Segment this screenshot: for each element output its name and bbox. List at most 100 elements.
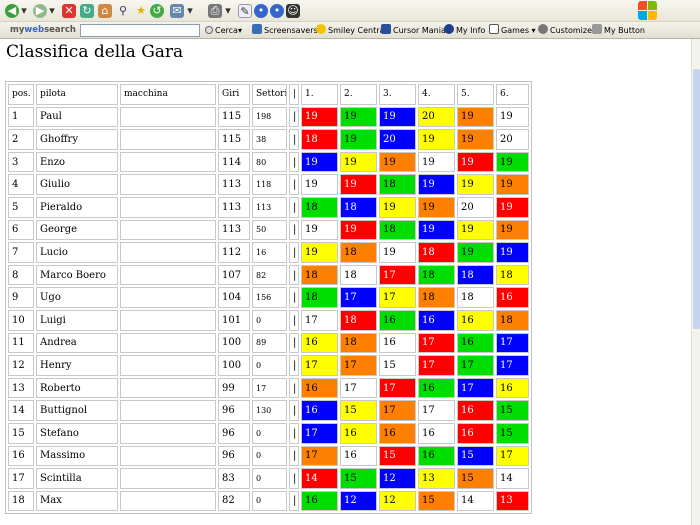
lane-6-cell: 19 [496,106,529,128]
car-cell [120,129,216,150]
search-dropdown-icon[interactable]: ▾ [238,24,246,37]
messenger-icon[interactable]: ☺ [286,4,300,18]
edit-icon[interactable]: ✎ [238,4,252,18]
header-pos: pos. [8,84,34,105]
print-icon[interactable]: ⎙ [208,4,222,18]
table-row: 6 George 113 50 | 19 19 18 19 19 19 [8,219,529,241]
lane-4-cell: 19 [418,151,455,173]
lane-5-cell: 16 [457,422,494,444]
lane-6-cell: 15 [496,400,529,421]
history-icon[interactable]: ↺ [150,4,164,18]
lane-1-cell: 19 [301,174,338,195]
forward-dropdown-icon[interactable]: ▾ [48,4,56,18]
toolbar-item-my-button[interactable]: My Button [592,24,645,37]
discuss-icon[interactable]: • [254,4,268,18]
lane-4-cell: 16 [418,422,455,444]
toolbar-item-cursor-mania[interactable]: Cursor Mania [381,24,446,37]
sectors-cell: 0 [252,422,287,444]
toolbar-brand[interactable]: mywebsearch [10,24,76,37]
sectors-cell: 17 [252,377,287,399]
table-row: 7 Lucio 112 16 | 19 18 19 18 19 19 [8,242,529,263]
table-row: 2 Ghoffry 115 38 | 18 19 20 19 19 20 [8,129,529,150]
lane-6-cell: 18 [496,264,529,286]
sectors-cell: 82 [252,264,287,286]
lane-3-cell: 19 [379,151,416,173]
table-row: 3 Enzo 114 80 | 19 19 19 19 19 19 [8,151,529,173]
lane-4-cell: 19 [418,196,455,218]
back-dropdown-icon[interactable]: ▾ [20,4,28,18]
lane-1-cell: 19 [301,242,338,263]
table-row: 11 Andrea 100 89 | 16 18 16 17 16 17 [8,332,529,354]
lane-6-cell: 19 [496,242,529,263]
home-icon[interactable]: ⌂ [98,4,112,18]
scrollbar-thumb[interactable] [693,69,700,329]
toolbar-item-screensavers[interactable]: Screensavers [252,24,318,37]
separator-cell: | [289,219,299,241]
position-cell: 13 [8,377,34,399]
laps-cell: 112 [218,242,250,263]
lane-1-cell: 16 [301,490,338,512]
print-dropdown-icon[interactable]: ▾ [224,4,232,18]
cursor-icon [381,24,391,34]
lane-2-cell: 15 [340,468,377,489]
lane-4-cell: 18 [418,264,455,286]
lane-6-cell: 16 [496,377,529,399]
lane-3-cell: 18 [379,174,416,195]
toolbar-item-smiley-central[interactable]: Smiley Central [316,24,387,37]
lane-6-cell: 15 [496,422,529,444]
table-row: 14 Buttignol 96 130 | 16 15 17 17 16 15 [8,400,529,421]
header-lane-2: 2. [340,84,377,105]
lane-5-cell: 19 [457,174,494,195]
header-separator: | [289,84,299,105]
stop-icon[interactable]: ✕ [62,4,76,18]
header-pilot: pilota [36,84,118,105]
lane-6-cell: 17 [496,332,529,354]
lane-5-cell: 18 [457,287,494,308]
mail-icon[interactable]: ✉ [170,4,184,18]
sectors-cell: 16 [252,242,287,263]
lane-2-cell: 12 [340,490,377,512]
separator-cell: | [289,377,299,399]
research-icon[interactable]: • [270,4,284,18]
lane-3-cell: 17 [379,264,416,286]
toolbar-item-customize[interactable]: Customize [538,24,592,37]
pilot-cell: Enzo [36,151,118,173]
search-button[interactable]: Cerca [205,24,238,37]
car-cell [120,219,216,241]
mail-dropdown-icon[interactable]: ▾ [186,4,194,18]
lane-1-cell: 14 [301,468,338,489]
lane-3-cell: 16 [379,422,416,444]
favorites-icon[interactable]: ★ [134,4,148,18]
search-icon[interactable]: ⚲ [116,4,130,18]
lane-2-cell: 17 [340,355,377,376]
refresh-icon[interactable]: ↻ [80,4,94,18]
lane-3-cell: 16 [379,332,416,354]
pilot-cell: Max [36,490,118,512]
pilot-cell: Buttignol [36,400,118,421]
car-cell [120,196,216,218]
lane-1-cell: 16 [301,400,338,421]
lane-2-cell: 19 [340,106,377,128]
toolbar-search-input[interactable] [80,24,200,37]
car-cell [120,445,216,467]
table-row: 8 Marco Boero 107 82 | 18 18 17 18 18 18 [8,264,529,286]
games-icon [489,24,499,34]
sectors-cell: 38 [252,129,287,150]
lane-5-cell: 19 [457,219,494,241]
toolbar-item-games[interactable]: Games ▾ [489,24,536,37]
car-cell [120,242,216,263]
lane-5-cell: 17 [457,355,494,376]
page-scrollbar[interactable] [691,39,700,525]
toolbar-item-my-info[interactable]: My Info [444,24,485,37]
separator-cell: | [289,309,299,331]
forward-icon[interactable]: ▶ [33,4,47,18]
lane-5-cell: 16 [457,332,494,354]
lane-3-cell: 20 [379,129,416,150]
back-icon[interactable]: ◀ [5,4,19,18]
laps-cell: 113 [218,196,250,218]
lane-5-cell: 15 [457,468,494,489]
lane-6-cell: 17 [496,445,529,467]
pilot-cell: Andrea [36,332,118,354]
sectors-cell: 198 [252,106,287,128]
lane-1-cell: 18 [301,264,338,286]
